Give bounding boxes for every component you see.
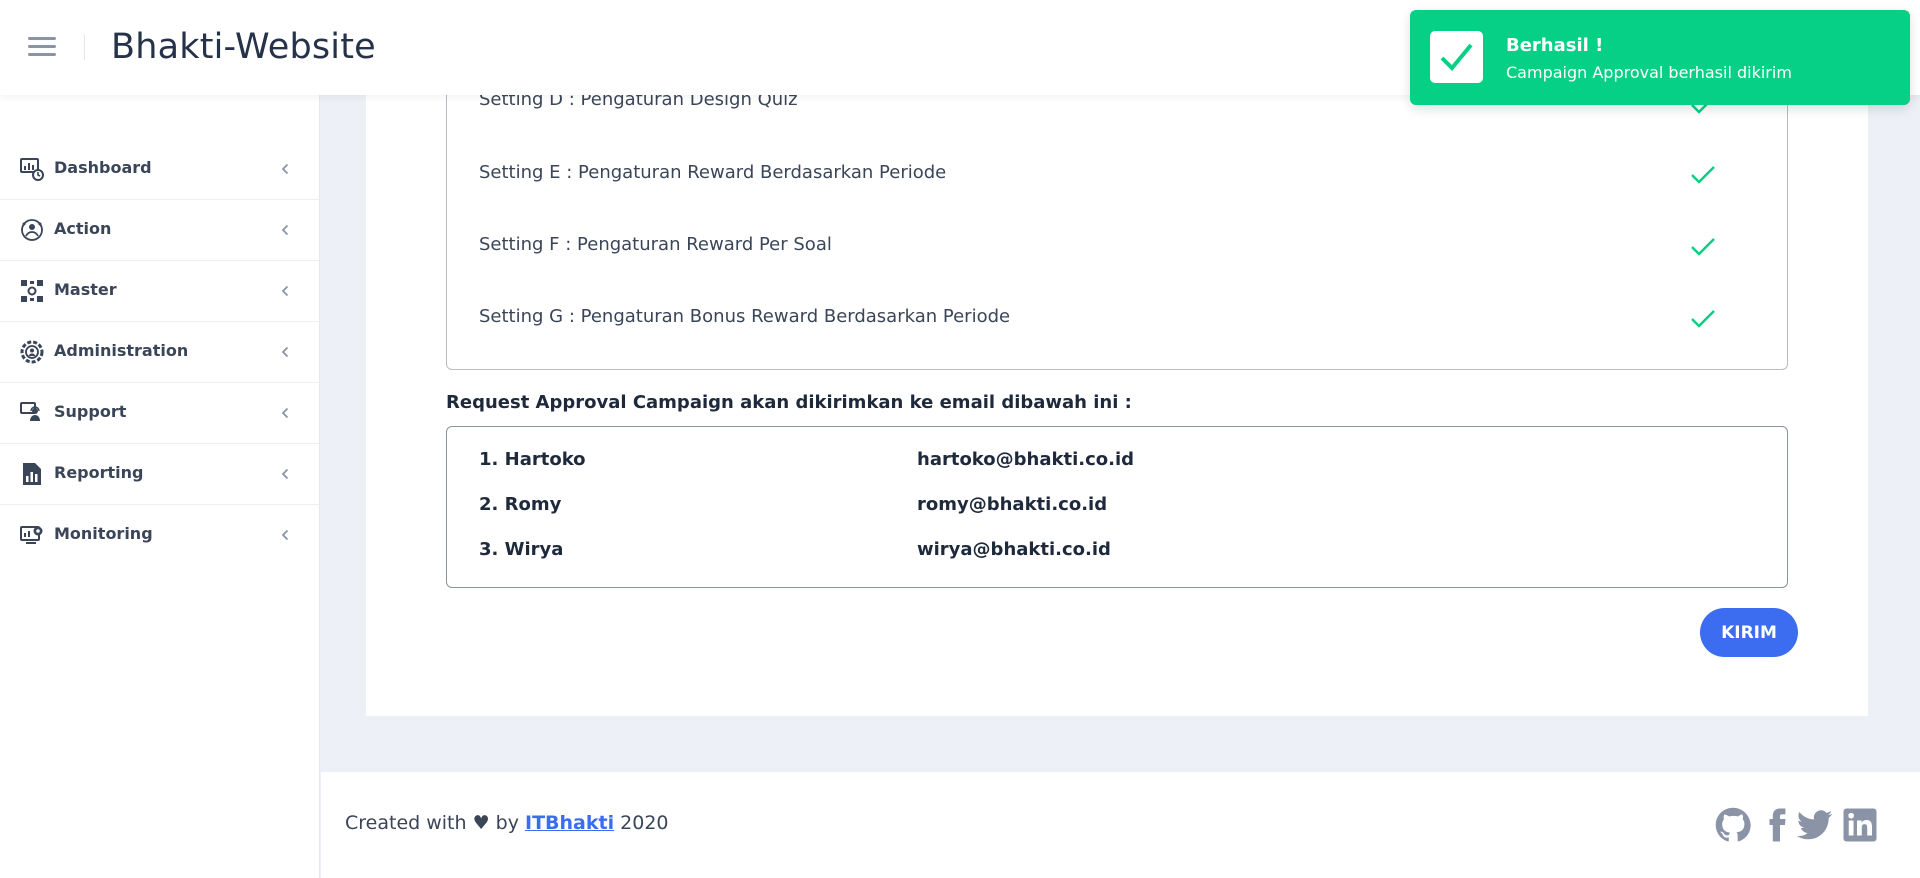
check-icon — [1691, 310, 1715, 328]
chevron-left-icon — [281, 468, 289, 480]
sidebar-item-support[interactable]: Support — [0, 383, 320, 444]
administration-icon — [20, 340, 44, 364]
toast-icon-box — [1430, 31, 1483, 83]
sidebar-item-label: Reporting — [54, 463, 144, 482]
twitter-icon[interactable] — [1797, 807, 1833, 843]
setting-row: Setting G : Pengaturan Bonus Reward Berd… — [479, 306, 1011, 327]
check-icon — [1440, 43, 1473, 71]
sidebar-item-label: Monitoring — [54, 524, 153, 543]
toast-title: Berhasil ! — [1506, 35, 1604, 56]
github-icon[interactable] — [1715, 807, 1751, 843]
facebook-icon[interactable] — [1759, 807, 1795, 843]
sidebar-item-label: Support — [54, 402, 127, 421]
itbhakti-link[interactable]: ITBhakti — [525, 812, 614, 834]
support-icon — [20, 402, 40, 421]
dashboard-icon — [20, 158, 44, 181]
chevron-left-icon — [281, 163, 289, 175]
recipient-name: 2. Romy — [479, 494, 562, 515]
kirim-button[interactable]: KIRIM — [1700, 608, 1798, 657]
sidebar-item-label: Master — [54, 280, 117, 299]
chevron-left-icon — [281, 529, 289, 541]
recipient-list: 1. Hartoko hartoko@bhakti.co.id 2. Romy … — [446, 426, 1788, 588]
sidebar-item-master[interactable]: Master — [0, 261, 320, 322]
check-icon — [1691, 238, 1715, 256]
success-toast[interactable]: Berhasil ! Campaign Approval berhasil di… — [1410, 10, 1910, 105]
setting-row: Setting E : Pengaturan Reward Berdasarka… — [479, 162, 947, 183]
sidebar-item-label: Dashboard — [54, 158, 152, 177]
linkedin-icon[interactable] — [1842, 807, 1878, 843]
sidebar-item-dashboard[interactable]: Dashboard — [0, 139, 320, 200]
check-icon — [1691, 166, 1715, 184]
sidebar-item-reporting[interactable]: Reporting — [0, 444, 320, 505]
setting-row: Setting F : Pengaturan Reward Per Soal — [479, 234, 832, 255]
footer-prefix: Created with ♥ by — [345, 812, 519, 834]
monitoring-icon — [20, 526, 43, 544]
footer: Created with ♥ by ITBhakti 2020 — [321, 772, 1920, 878]
recipient-email: romy@bhakti.co.id — [917, 494, 1108, 515]
footer-year: 2020 — [620, 812, 669, 834]
hamburger-menu-icon[interactable] — [28, 37, 56, 59]
sidebar-item-action[interactable]: Action — [0, 200, 320, 261]
footer-credit: Created with ♥ by ITBhakti 2020 — [345, 812, 669, 834]
header-divider — [84, 34, 85, 60]
main-card: Setting D : Pengaturan Design Quiz Setti… — [366, 89, 1868, 716]
sidebar: Dashboard Action Master Administration S… — [0, 95, 320, 878]
chevron-left-icon — [281, 407, 289, 419]
brand-title[interactable]: Bhakti-Website — [111, 27, 376, 67]
approval-title: Request Approval Campaign akan dikirimka… — [446, 392, 1132, 413]
reporting-icon — [23, 463, 41, 485]
settings-summary-box: Setting D : Pengaturan Design Quiz Setti… — [446, 89, 1788, 370]
action-icon — [21, 219, 43, 241]
chevron-left-icon — [281, 285, 289, 297]
sidebar-item-label: Action — [54, 219, 112, 238]
recipient-email: wirya@bhakti.co.id — [917, 539, 1111, 560]
recipient-email: hartoko@bhakti.co.id — [917, 449, 1135, 470]
toast-message: Campaign Approval berhasil dikirim — [1506, 63, 1792, 82]
sidebar-item-label: Administration — [54, 341, 189, 360]
recipient-name: 3. Wirya — [479, 539, 564, 560]
sidebar-menu: Dashboard Action Master Administration S… — [0, 139, 320, 566]
sidebar-item-administration[interactable]: Administration — [0, 322, 320, 383]
recipient-name: 1. Hartoko — [479, 449, 586, 470]
chevron-left-icon — [281, 224, 289, 236]
master-icon — [21, 280, 43, 302]
chevron-left-icon — [281, 346, 289, 358]
sidebar-item-monitoring[interactable]: Monitoring — [0, 505, 320, 566]
